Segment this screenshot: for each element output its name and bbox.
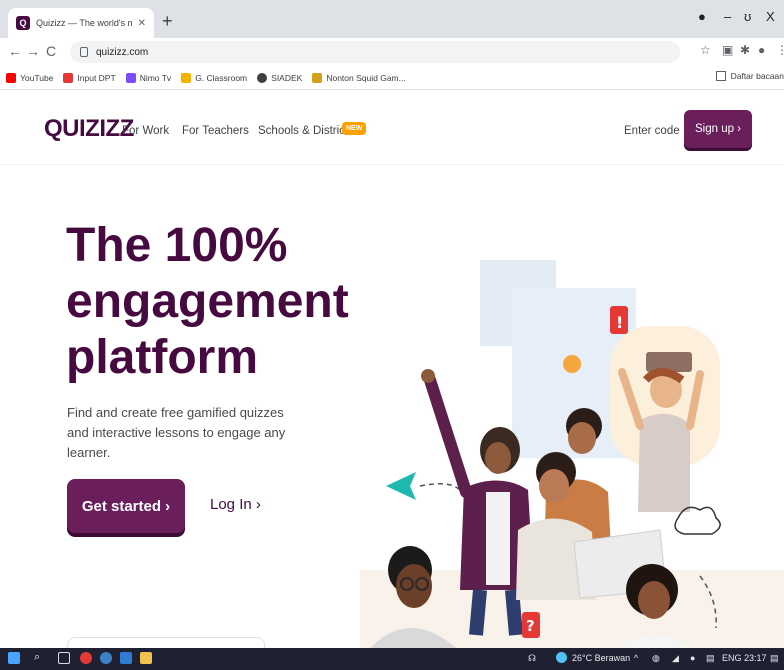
girl2-face — [638, 581, 670, 619]
bookmark-squid-game[interactable]: Nonton Squid Gam... — [312, 72, 406, 83]
edge-taskbar-icon[interactable] — [100, 652, 112, 664]
reload-icon[interactable]: C — [46, 43, 56, 59]
omnibox[interactable]: quizizz.com — [70, 41, 680, 63]
cloud-doodle-icon — [674, 506, 721, 535]
teacher-hand — [421, 369, 435, 383]
store-taskbar-icon[interactable] — [120, 652, 132, 664]
task-view-icon[interactable] — [58, 652, 70, 664]
teal-arrow-icon — [386, 472, 416, 500]
hero-title: The 100% engagement platform — [66, 219, 349, 384]
svg-text:!: ! — [616, 313, 623, 332]
quizizz-favicon-icon: Q — [16, 16, 30, 30]
dpt-icon — [63, 72, 74, 83]
teacher-arm — [424, 374, 472, 498]
browser-tab-strip: Q Quizizz — The world's most enga ✕ + ● … — [0, 0, 784, 38]
url-text: quizizz.com — [96, 46, 149, 58]
nav-for-work[interactable]: For Work — [122, 125, 169, 137]
dashed-line — [419, 483, 461, 491]
address-bar-row: ← → C quizizz.com ☆ ▣ ✱ ● ⋮ — [0, 38, 784, 66]
account-avatar-icon[interactable]: ● — [758, 43, 765, 57]
new-tab-plus-icon[interactable]: + — [162, 12, 173, 30]
reading-list-label: Daftar bacaan — [730, 71, 784, 81]
hero-illustration: ! ? — [360, 260, 784, 648]
bookmark-input-dpt[interactable]: Input DPT — [63, 72, 116, 83]
lock-icon — [80, 47, 88, 57]
menu-dots-icon[interactable]: ⋮ — [776, 43, 784, 57]
teacher-shirt — [486, 492, 510, 585]
extension-icon[interactable]: ▣ — [722, 43, 733, 57]
enter-code-link[interactable]: Enter code — [624, 125, 680, 137]
bookmark-label: Nimo Tv — [139, 72, 172, 83]
hero-subtitle: Find and create free gamified quizzes an… — [67, 405, 286, 460]
profile-icon[interactable]: ● — [698, 9, 706, 24]
reading-list-icon — [715, 71, 726, 81]
volume-icon[interactable]: ◢ — [672, 653, 679, 664]
sign-up-button[interactable]: Sign up › — [684, 110, 752, 148]
clock[interactable]: 23:17 — [744, 653, 767, 663]
new-badge: NEW — [342, 122, 367, 135]
windows-taskbar: ⌕ ☊ 26°C Berawan ^ ◍ ◢ ● ▤ ENG 23:17 ▤ — [0, 648, 784, 670]
bookmark-label: Input DPT — [77, 72, 116, 83]
tab-close-icon[interactable]: ✕ — [138, 18, 146, 29]
bookmark-youtube[interactable]: YouTube — [6, 72, 54, 83]
keyboard-icon[interactable]: ▤ — [706, 653, 715, 664]
classroom-icon — [181, 72, 192, 83]
weather-text[interactable]: 26°C Berawan — [572, 653, 630, 663]
tray-chevron-icon[interactable]: ^ — [634, 653, 638, 663]
nav-schools-districts[interactable]: Schools & Districts — [258, 125, 354, 137]
bookmark-label: YouTube — [20, 72, 54, 83]
network-icon[interactable]: ◍ — [652, 653, 660, 664]
youtube-icon — [6, 72, 16, 83]
bookmark-star-icon[interactable]: ☆ — [700, 43, 711, 57]
bookmark-siadek[interactable]: SIADEK — [257, 72, 303, 83]
site-navbar: QUIZIZZ For Work For Teachers Schools & … — [0, 95, 784, 165]
svg-text:?: ? — [526, 617, 535, 635]
back-arrow-icon[interactable]: ← — [8, 43, 22, 59]
weather-icon — [556, 652, 567, 663]
bookmark-label: G. Classroom — [195, 72, 248, 83]
teacher-face — [485, 442, 511, 474]
minimize-button[interactable]: – — [724, 9, 731, 24]
search-icon[interactable]: ⌕ — [34, 651, 40, 664]
globe-icon — [257, 72, 268, 83]
squid-game-icon — [312, 72, 323, 83]
bookmark-classroom[interactable]: G. Classroom — [181, 72, 248, 83]
bookmark-label: Nonton Squid Gam... — [326, 72, 406, 83]
nav-for-teachers[interactable]: For Teachers — [182, 125, 249, 137]
nimo-icon — [125, 72, 136, 83]
windows-start-icon[interactable] — [8, 652, 20, 664]
quizizz-logo[interactable]: QUIZIZZ — [44, 115, 134, 143]
language-indicator[interactable]: ENG — [722, 653, 742, 663]
file-explorer-icon[interactable] — [140, 652, 152, 664]
lightbulb-icon — [563, 355, 581, 373]
tab-title: Quizizz — The world's most enga — [36, 18, 132, 28]
student-face — [539, 469, 569, 503]
bookmarks-bar: YouTube Input DPT Nimo Tv G. Classroom S… — [0, 66, 784, 90]
bookmark-nimo-tv[interactable]: Nimo Tv — [125, 72, 172, 83]
boy-face — [568, 422, 596, 454]
chrome-taskbar-icon[interactable] — [80, 652, 92, 664]
people-icon[interactable]: ☊ — [528, 653, 536, 664]
bookmark-label: SIADEK — [271, 72, 303, 83]
puzzle-extensions-icon[interactable]: ✱ — [740, 43, 750, 57]
notification-icon[interactable]: ▤ — [770, 653, 779, 664]
forward-arrow-icon[interactable]: → — [26, 43, 40, 59]
get-started-button[interactable]: Get started › — [67, 479, 185, 533]
log-in-link[interactable]: Log In › — [210, 496, 261, 513]
reading-list[interactable]: Daftar bacaan — [715, 71, 784, 81]
browser-tab[interactable]: Q Quizizz — The world's most enga ✕ — [8, 8, 154, 38]
tray-app-icon[interactable]: ● — [690, 653, 695, 663]
restore-button[interactable]: ʊ — [744, 9, 751, 24]
girl-striped-shirt — [638, 413, 690, 512]
close-window-button[interactable]: X — [766, 9, 775, 24]
